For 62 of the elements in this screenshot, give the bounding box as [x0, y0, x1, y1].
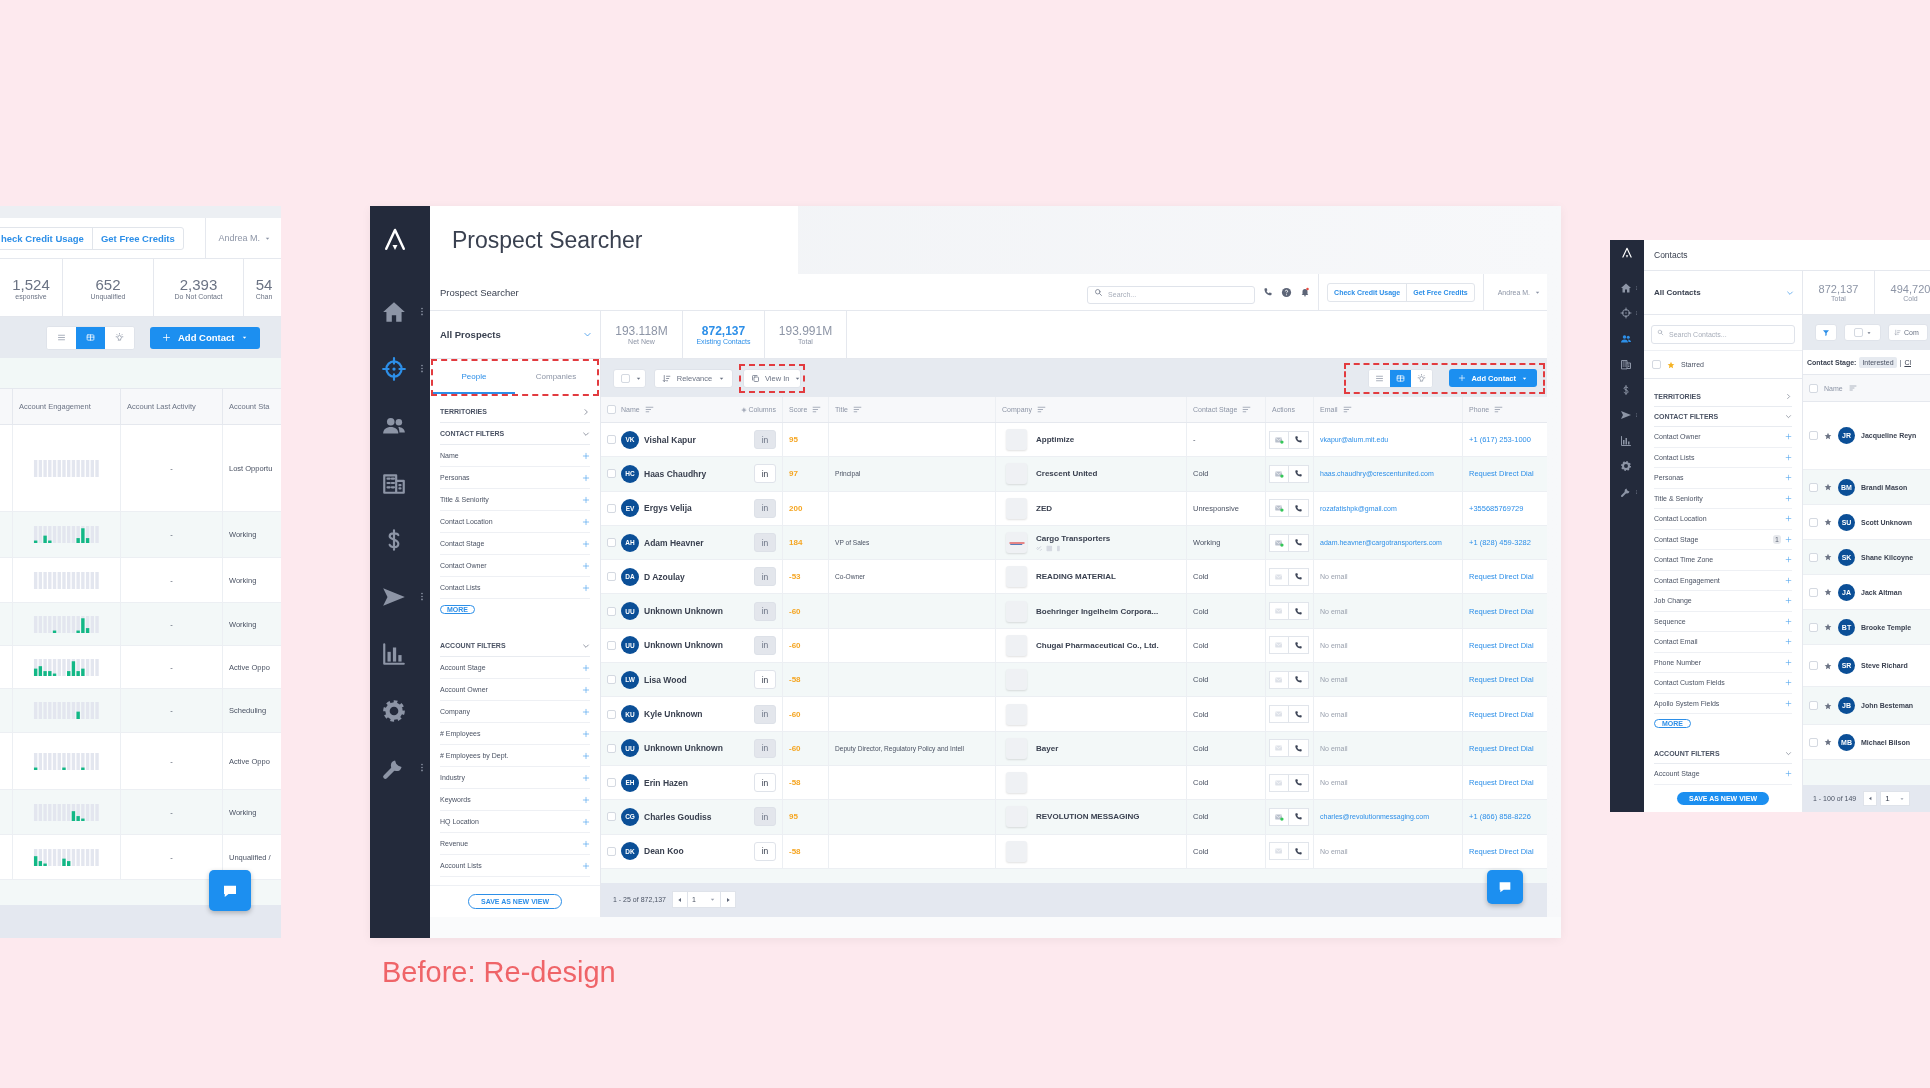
- company-name[interactable]: ZED: [1036, 503, 1052, 513]
- tab[interactable]: People: [433, 361, 515, 394]
- contact-name[interactable]: Erin Hazen: [644, 777, 688, 788]
- score: -58: [789, 778, 801, 788]
- score: 200: [789, 503, 803, 513]
- company-name[interactable]: REVOLUTION MESSAGING: [1036, 812, 1140, 822]
- linkedin-button[interactable]: in: [754, 670, 776, 690]
- header-title: Prospect Searcher: [440, 286, 519, 298]
- score: -60: [789, 640, 801, 650]
- company-name[interactable]: READING MATERIAL: [1036, 572, 1116, 582]
- contact-name[interactable]: Dean Koo: [644, 846, 684, 857]
- contact-name[interactable]: Haas Chaudhry: [644, 468, 707, 479]
- company-name[interactable]: Crescent United: [1036, 469, 1098, 479]
- stat-value: 872,137: [1818, 283, 1859, 295]
- linkedin-button[interactable]: in: [754, 773, 776, 793]
- header-title: Contacts: [1654, 250, 1688, 260]
- score: 184: [789, 538, 803, 548]
- linkedin-button[interactable]: in: [754, 704, 776, 724]
- contact-name[interactable]: Kyle Unknown: [644, 709, 703, 719]
- contact-name[interactable]: Unknown Unknown: [644, 640, 723, 651]
- slide-caption: Before: Re-design: [382, 956, 616, 989]
- score: 95: [789, 812, 798, 822]
- linkedin-button[interactable]: in: [754, 601, 776, 621]
- score: 95: [789, 435, 798, 445]
- score: -60: [789, 709, 801, 719]
- linkedin-button[interactable]: in: [754, 464, 776, 484]
- stat-value: 652: [95, 275, 121, 293]
- company-name[interactable]: Cargo Transporters: [1036, 533, 1111, 543]
- contact-name[interactable]: Unknown Unknown: [644, 606, 723, 617]
- score: -58: [789, 846, 801, 856]
- score: -60: [789, 743, 801, 753]
- score: -60: [789, 606, 801, 616]
- linkedin-button[interactable]: in: [754, 430, 776, 450]
- stat-value: 1,524: [12, 275, 50, 293]
- score: 97: [789, 469, 798, 479]
- company-name[interactable]: Bayer: [1036, 743, 1059, 753]
- score: -53: [789, 572, 801, 582]
- linkedin-button[interactable]: in: [754, 567, 776, 587]
- contact-name[interactable]: Charles Goudiss: [644, 811, 712, 822]
- linkedin-button[interactable]: in: [754, 738, 776, 758]
- stat-value: 2,393: [179, 275, 218, 293]
- contact-name[interactable]: Vishal Kapur: [644, 434, 696, 445]
- linkedin-button[interactable]: in: [754, 841, 776, 861]
- view-selector[interactable]: All Contacts: [1654, 288, 1701, 297]
- stat-value: 54: [255, 275, 273, 293]
- view-selector[interactable]: All Prospects: [440, 329, 501, 340]
- linkedin-button[interactable]: in: [754, 807, 776, 827]
- contact-name[interactable]: D Azoulay: [644, 571, 685, 582]
- linkedin-button[interactable]: in: [754, 533, 776, 553]
- stat-value: 494,720: [1890, 283, 1930, 295]
- company-name[interactable]: Boehringer Ingelheim Corpora...: [1036, 606, 1159, 616]
- linkedin-button[interactable]: in: [754, 498, 776, 518]
- contact-name[interactable]: Lisa Wood: [644, 674, 687, 685]
- contact-name[interactable]: Unknown Unknown: [644, 743, 723, 754]
- linkedin-button[interactable]: in: [754, 635, 776, 655]
- contact-name[interactable]: Adam Heavner: [644, 537, 704, 548]
- page-select[interactable]: 1: [1880, 791, 1911, 806]
- page-title: Prospect Searcher: [452, 226, 643, 254]
- score: -58: [789, 675, 801, 685]
- company-name[interactable]: Chugai Pharmaceutical Co., Ltd.: [1036, 640, 1159, 650]
- contact-name[interactable]: Ergys Velija: [644, 503, 692, 514]
- company-name[interactable]: Apptimize: [1036, 435, 1075, 445]
